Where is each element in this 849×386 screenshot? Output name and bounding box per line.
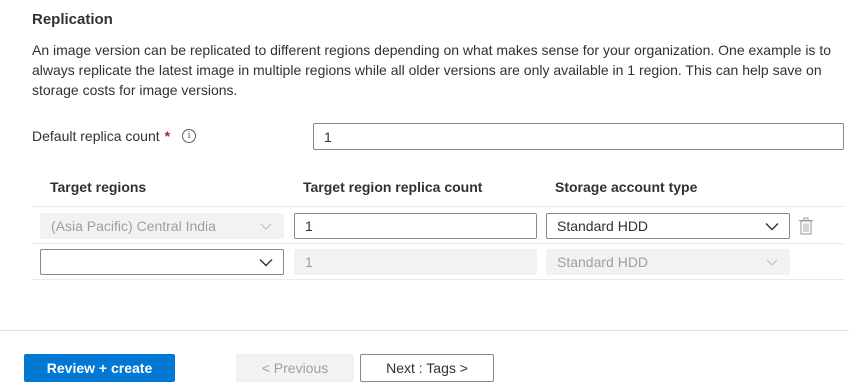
chevron-down-icon	[259, 259, 273, 267]
storage-type-select-disabled: Standard HDD	[546, 249, 790, 275]
section-title: Replication	[32, 11, 113, 28]
table-row-divider	[32, 279, 844, 280]
replica-count-input[interactable]: 1	[294, 213, 537, 239]
default-replica-count-value: 1	[324, 128, 332, 145]
replica-count-value: 1	[305, 218, 313, 234]
storage-type-value-disabled: Standard HDD	[557, 254, 649, 270]
chevron-down-icon	[765, 223, 779, 231]
previous-button[interactable]: < Previous	[236, 354, 354, 382]
storage-type-select[interactable]: Standard HDD	[546, 213, 790, 239]
target-region-select[interactable]: (Asia Pacific) Central India	[40, 213, 284, 239]
next-tags-button[interactable]: Next : Tags >	[360, 354, 494, 382]
storage-type-value: Standard HDD	[557, 218, 649, 234]
replica-count-value-disabled: 1	[305, 254, 313, 270]
info-icon[interactable]: i	[182, 129, 197, 143]
target-region-value: (Asia Pacific) Central India	[51, 218, 216, 234]
default-replica-label: Default replica count	[32, 128, 160, 144]
default-replica-count-input[interactable]: 1	[313, 123, 844, 150]
replica-count-input-disabled: 1	[294, 249, 537, 275]
footer-divider	[0, 330, 849, 331]
required-mark: *	[164, 128, 171, 144]
chevron-down-icon	[260, 223, 272, 230]
header-target-regions: Target regions	[50, 179, 147, 195]
chevron-down-icon	[766, 259, 778, 266]
review-create-button[interactable]: Review + create	[24, 354, 175, 382]
header-replica-count: Target region replica count	[303, 179, 483, 195]
section-description: An image version can be replicated to di…	[32, 42, 831, 98]
table-row-divider	[32, 243, 844, 244]
header-storage-type: Storage account type	[555, 179, 698, 195]
target-region-select-empty[interactable]	[40, 249, 284, 275]
default-replica-label-group: Default replica count * i	[32, 128, 197, 144]
table-divider	[32, 206, 844, 207]
trash-icon[interactable]	[798, 216, 814, 236]
